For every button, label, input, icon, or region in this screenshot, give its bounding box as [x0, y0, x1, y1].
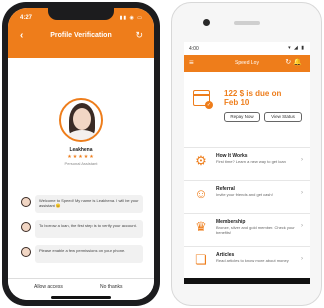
menu-item-membership[interactable]: ♛ Membership Bronze, silver and gold mem…: [184, 213, 310, 241]
chevron-right-icon: ›: [301, 190, 303, 196]
agent-mini-avatar: [21, 222, 31, 232]
notch: [48, 8, 114, 20]
chat-message: To borrow a loan, the first step is to v…: [21, 220, 143, 238]
check-icon: ✓: [205, 101, 213, 109]
no-thanks-button[interactable]: No thanks: [100, 284, 123, 290]
articles-icon: ❏: [195, 252, 207, 267]
menu-item-desc: First time? Learn a new way to get loan: [216, 159, 286, 164]
message-text: To borrow a loan, the first step is to v…: [35, 220, 143, 238]
message-text: Welcome to Speed! My name is Leakhena. I…: [35, 195, 143, 213]
iphone-device: 4:27 ▮▮ ◉ ▭ ‹ Profile Verification ↻ Lea…: [2, 2, 160, 306]
message-text: Please enable a few permissions on your …: [35, 245, 143, 263]
nav-bar: [184, 278, 310, 284]
status-time: 4:27: [20, 15, 33, 21]
membership-icon: ♛: [195, 219, 207, 234]
gear-icon: ⚙: [195, 153, 207, 168]
agent-mini-avatar: [21, 197, 31, 207]
chevron-right-icon: ›: [301, 223, 303, 229]
agent-rating: ★★★★★: [67, 154, 95, 160]
status-icons: ▾ ◢ ▮: [288, 45, 305, 51]
android-device: 4:00 ▾ ◢ ▮ ≡ Speed Loy ↻🔔 ✓ 122 $ is due…: [171, 2, 322, 306]
menu-item-desc: Read articles to know more about money: [216, 258, 289, 263]
due-date: Feb 10: [224, 98, 250, 107]
page-title: Profile Verification: [50, 32, 112, 39]
speaker-grille: [234, 21, 260, 25]
chevron-right-icon: ›: [301, 256, 303, 262]
refresh-icon[interactable]: ↻: [135, 30, 143, 41]
menu-item-desc: Invite your friends and get cash!: [216, 192, 273, 197]
menu-item-articles[interactable]: ❏ Articles Read articles to know more ab…: [184, 246, 310, 274]
status-icons: ▮▮ ◉ ▭: [119, 15, 143, 21]
menu-item-how-it-works[interactable]: ⚙ How It Works First time? Learn a new w…: [184, 147, 310, 175]
menu-item-desc: Bronze, silver and gold member. Check yo…: [216, 225, 295, 235]
allow-access-button[interactable]: Allow access: [34, 284, 63, 290]
agent-mini-avatar: [21, 247, 31, 257]
chat-message: Please enable a few permissions on your …: [21, 245, 143, 263]
view-status-button[interactable]: View Status: [264, 112, 302, 122]
due-amount: 122 $ is due on: [224, 89, 282, 98]
repay-now-button[interactable]: Repay Now: [224, 112, 260, 122]
status-bar: 4:00 ▾ ◢ ▮: [184, 42, 310, 55]
status-time: 4:00: [189, 46, 199, 52]
android-screen: 4:00 ▾ ◢ ▮ ≡ Speed Loy ↻🔔 ✓ 122 $ is due…: [184, 42, 310, 284]
referral-icon: ☺: [194, 186, 208, 201]
iphone-screen: 4:27 ▮▮ ◉ ▭ ‹ Profile Verification ↻ Lea…: [8, 8, 154, 300]
camera-icon: [203, 19, 210, 26]
home-indicator: [51, 296, 111, 299]
chat-message: Welcome to Speed! My name is Leakhena. I…: [21, 195, 143, 213]
app-bar: ≡ Speed Loy ↻🔔: [184, 55, 310, 72]
bell-icon[interactable]: 🔔: [293, 59, 304, 66]
agent-name: Leakhena: [69, 147, 93, 153]
agent-role: Personal Assistant: [64, 161, 98, 166]
agent-avatar: [59, 98, 103, 142]
due-card: ✓ 122 $ is due on Feb 10 Repay Now View …: [184, 72, 310, 132]
calendar-icon: ✓: [193, 90, 213, 109]
app-bar-actions: ↻🔔: [285, 58, 304, 66]
chevron-right-icon: ›: [301, 157, 303, 163]
menu-item-referral[interactable]: ☺ Referral Invite your friends and get c…: [184, 180, 310, 208]
app-showcase: 4:27 ▮▮ ◉ ▭ ‹ Profile Verification ↻ Lea…: [0, 0, 324, 308]
